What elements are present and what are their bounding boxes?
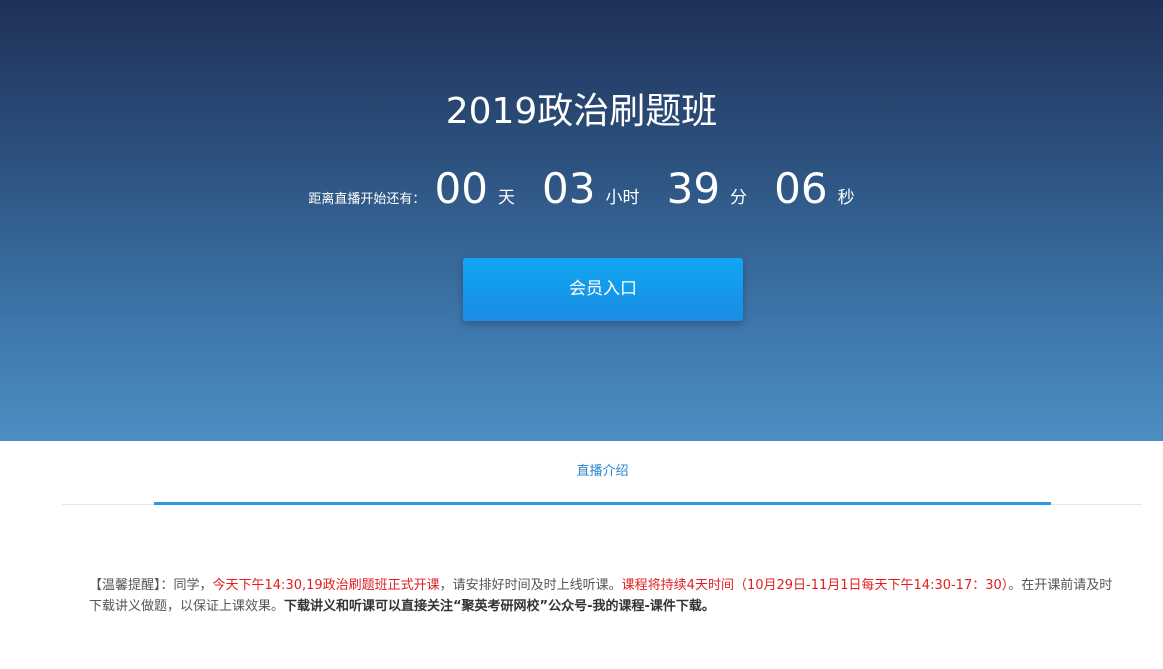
live-countdown: 距离直播开始还有： 00 天 03 小时 39 分 06 秒 (0, 164, 1163, 224)
notice-download-hint: 下载讲义和听课可以直接关注“聚英考研网校”公众号-我的课程-课件下载。 (284, 599, 715, 614)
countdown-label: 距离直播开始还有： (308, 192, 426, 207)
countdown-days: 00 (434, 164, 488, 213)
hero-banner: 2019政治刷题班 距离直播开始还有： 00 天 03 小时 39 分 06 秒 会员入… (0, 0, 1163, 441)
countdown-seconds-unit: 秒 (837, 188, 855, 208)
countdown-seconds: 06 (774, 164, 828, 213)
notice-start-time: 今天下午14:30,19政治刷题班正式开课 (212, 578, 440, 593)
tab-bar: 直播介绍 (62, 441, 1142, 505)
countdown-days-unit: 天 (497, 188, 515, 208)
course-title: 2019政治刷题班 (445, 91, 718, 132)
notice-part-3: ，请安排好时间及时上线听课。 (439, 578, 622, 593)
notice-text: 【温馨提醒】：同学，今天下午14:30,19政治刷题班正式开课，请安排好时间及时… (89, 575, 1117, 617)
notice-part-1: 【温馨提醒】：同学， (89, 578, 213, 593)
tab-live-intro[interactable]: 直播介绍 (154, 441, 1051, 505)
countdown-hours-unit: 小时 (605, 188, 640, 208)
countdown-hours: 03 (542, 164, 596, 213)
countdown-minutes-unit: 分 (730, 188, 748, 208)
countdown-minutes: 39 (666, 164, 721, 213)
notice-duration: 课程将持续4天时间（10月29日-11月1日每天下午14:30-17：30） (621, 578, 1009, 593)
member-entry-button[interactable]: 会员入口 (463, 258, 743, 321)
